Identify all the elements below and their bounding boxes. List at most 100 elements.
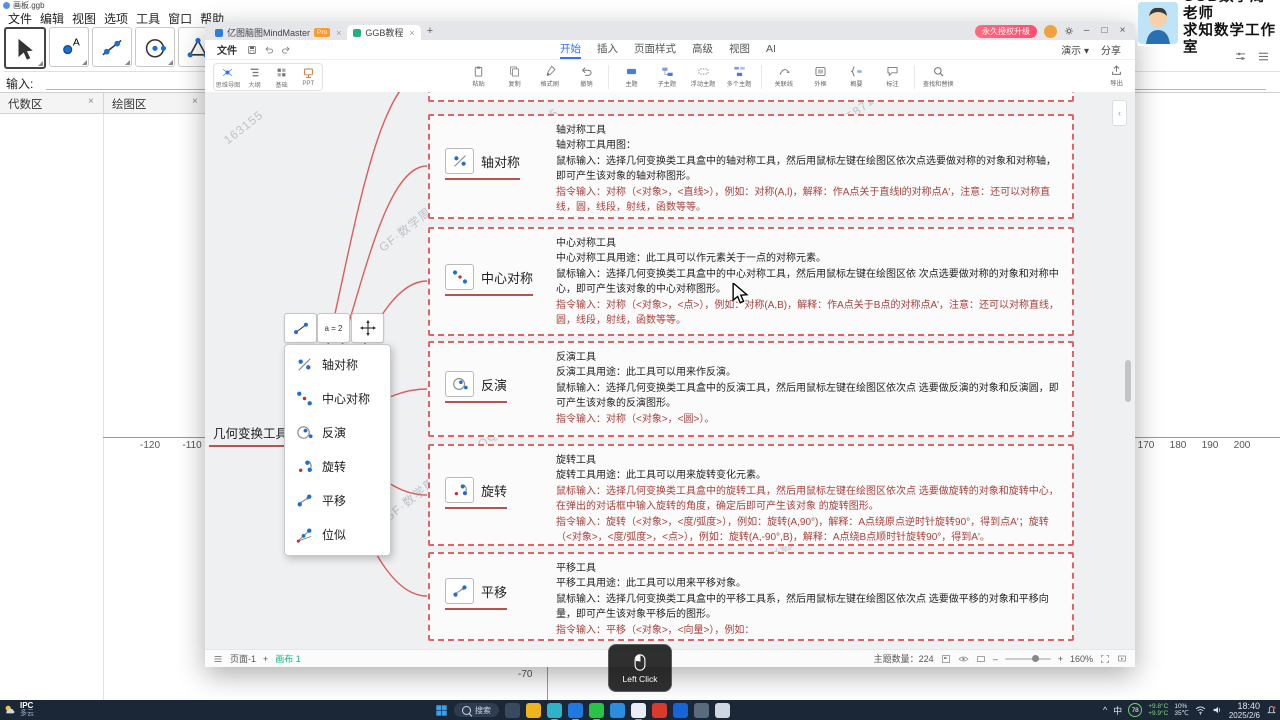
upgrade-promo-badge[interactable]: 永久授权升级 xyxy=(975,24,1037,38)
windows-start-button[interactable] xyxy=(435,704,448,717)
ggb-menu-工具[interactable]: 工具 xyxy=(134,9,162,28)
pages-menu-icon[interactable] xyxy=(213,654,223,664)
ribbon-tab-页面样式[interactable]: 页面样式 xyxy=(634,40,676,59)
root-node[interactable]: 几何变换工具 xyxy=(209,422,293,447)
toolbar-float[interactable]: 浮动主题 xyxy=(685,62,721,88)
topic-node[interactable]: 反演 xyxy=(445,371,508,403)
taskbar-app-app-blue2[interactable] xyxy=(610,702,625,718)
topic-node[interactable]: 旋转 xyxy=(445,477,508,509)
tray-expand-button[interactable]: ^ xyxy=(1103,705,1107,715)
toolbar-frame[interactable]: 外框 xyxy=(802,62,838,88)
map-overview-icon[interactable] xyxy=(941,654,951,664)
taskbar-app-app-blue3[interactable] xyxy=(673,702,688,718)
topic-box-partial[interactable] xyxy=(428,92,1074,102)
new-tab-button[interactable]: + xyxy=(427,25,433,37)
taskbar-app-file-explorer[interactable] xyxy=(526,702,541,718)
tab-close-icon[interactable]: × xyxy=(409,28,414,38)
taskbar-app-app-light[interactable] xyxy=(715,702,730,718)
ribbon-tab-开始[interactable]: 开始 xyxy=(560,40,581,59)
menu-item-translate[interactable]: 平移 xyxy=(285,483,390,517)
toolbar-callout[interactable]: 标注 xyxy=(874,62,910,88)
mm-tab-2[interactable]: GGB教程 × xyxy=(347,25,421,40)
redo-icon[interactable] xyxy=(281,45,291,55)
mindmap-canvas[interactable]: 163155 GF·数学周老师QQ©QQ15871563155 数学周老师QQ©… xyxy=(205,92,1135,649)
add-page-button[interactable]: + xyxy=(263,654,268,664)
zoom-out-button[interactable]: – xyxy=(993,654,998,664)
maximize-button[interactable]: □ xyxy=(1099,24,1110,38)
export-button[interactable]: 导出 xyxy=(1110,64,1123,87)
ggb-tool-circle[interactable] xyxy=(135,27,175,67)
ggb-menu-窗口[interactable]: 窗口 xyxy=(166,9,194,28)
tab-close-icon[interactable]: × xyxy=(336,28,341,38)
menu-item-axial[interactable]: 轴对称 xyxy=(285,347,390,381)
menu-item-rotate[interactable]: 旋转 xyxy=(285,449,390,483)
view-mode-思维导图[interactable]: 思维导图 xyxy=(214,66,241,89)
ggb-tool-line[interactable] xyxy=(92,27,132,67)
minimize-button[interactable]: – xyxy=(1081,24,1092,38)
ggb-tool-move[interactable] xyxy=(4,27,46,69)
notification-bell-icon[interactable] xyxy=(1266,705,1277,716)
topic-box-rotate[interactable]: 旋转 旋转工具 旋转工具用途：此工具可以用来旋转变化元素。 鼠标输入：选择几何变换类… xyxy=(428,444,1074,546)
taskbar-app-edge[interactable] xyxy=(547,702,562,720)
toolbar-brush[interactable]: 格式刷 xyxy=(532,62,568,88)
toolbar-relation[interactable]: 关联线 xyxy=(766,62,802,88)
volume-icon[interactable] xyxy=(1212,705,1223,715)
toolbar-find[interactable]: 查找和替换 xyxy=(919,62,958,88)
taskbar-app-qq[interactable] xyxy=(631,702,646,720)
menu-item-central[interactable]: 中心对称 xyxy=(285,381,390,415)
page-tab[interactable]: 页面-1 xyxy=(230,652,256,665)
menu-item-homothety[interactable]: 位似 xyxy=(285,517,390,551)
view-mode-大纲[interactable]: 大纲 xyxy=(241,66,268,89)
taskbar-app-app-gray[interactable] xyxy=(694,702,709,718)
toolbar-paste[interactable]: 粘贴 xyxy=(460,62,496,88)
ggb-menu-视图[interactable]: 视图 xyxy=(70,9,98,28)
toolbar-undo[interactable]: 撤销 xyxy=(568,62,604,88)
ggb-menu-选项[interactable]: 选项 xyxy=(102,9,130,28)
fit-window-icon[interactable] xyxy=(976,654,986,664)
ggb-tool-point[interactable]: A xyxy=(49,27,89,67)
undo-icon[interactable] xyxy=(264,45,274,55)
canvas-scrollbar-thumb[interactable] xyxy=(1125,360,1131,402)
topic-box-inversion[interactable]: 反演 反演工具 反演工具用途：此工具可以用来作反演。 鼠标输入：选择几何变换类工具盒… xyxy=(428,341,1074,437)
toolbar-summary[interactable]: 概要 xyxy=(838,62,874,88)
file-menu-button[interactable]: 文件 xyxy=(217,42,237,57)
fullscreen-icon[interactable] xyxy=(1100,654,1110,664)
ime-indicator[interactable]: 中 xyxy=(1113,704,1122,717)
taskbar-weather-widget[interactable]: IPC 多云 xyxy=(3,701,34,718)
toolbar-copy[interactable]: 复制 xyxy=(496,62,532,88)
zoom-level[interactable]: 160% xyxy=(1070,654,1093,664)
ribbon-tab-插入[interactable]: 插入 xyxy=(597,40,618,59)
taskbar-clock[interactable]: 18:40 2025/2/6 xyxy=(1229,701,1260,720)
ribbon-tab-高级[interactable]: 高级 xyxy=(692,40,713,59)
toolbar-subtopic[interactable]: 子主题 xyxy=(649,62,685,88)
toolbar-topic[interactable]: 主题 xyxy=(613,62,649,88)
panel-collapse-button[interactable]: ‹ xyxy=(1112,100,1127,126)
ggb-menu-文件[interactable]: 文件 xyxy=(6,9,34,28)
taskbar-app-app-red[interactable] xyxy=(652,702,667,718)
mm-tab-1[interactable]: 亿图脑图MindMaster Pro × xyxy=(209,25,347,40)
taskbar-app-app-blue[interactable] xyxy=(568,702,583,720)
topic-node[interactable]: 中心对称 xyxy=(445,264,534,296)
topic-node[interactable]: 平移 xyxy=(445,578,508,610)
battery-percent-ring[interactable]: 78 xyxy=(1128,703,1143,717)
algebra-panel-close-icon[interactable]: × xyxy=(88,96,94,107)
toolbar-multi[interactable]: 多个主题 xyxy=(721,62,757,88)
taskbar-app-task-view[interactable] xyxy=(505,702,520,718)
zoom-slider[interactable] xyxy=(1004,655,1051,662)
topic-box-central[interactable]: 中心对称 中心对称工具 中心对称工具用途：此工具可以作元素关于一点的对称元素。 鼠标… xyxy=(428,227,1074,336)
topic-box-translate[interactable]: 平移 平移工具 平移工具用途：此工具可以用来平移对象。 鼠标输入：选择几何变换类工具… xyxy=(428,552,1074,641)
account-avatar[interactable] xyxy=(1044,24,1057,38)
panel-vertical-divider[interactable] xyxy=(103,113,104,700)
action-分享[interactable]: 分享 xyxy=(1101,42,1121,57)
view-mode-基础[interactable]: 基础 xyxy=(268,66,295,89)
eye-icon[interactable] xyxy=(958,654,969,664)
ribbon-tab-视图[interactable]: 视图 xyxy=(729,40,750,59)
canvas-indicator[interactable]: 画布 1 xyxy=(275,652,301,665)
zoom-in-button[interactable]: + xyxy=(1058,654,1063,664)
ribbon-tab-AI[interactable]: AI xyxy=(766,40,776,59)
taskbar-search[interactable]: 搜索 xyxy=(454,703,499,717)
wifi-icon[interactable] xyxy=(1195,705,1206,715)
topic-box-axial[interactable]: 轴对称 轴对称工具 轴对称工具用图： 鼠标输入：选择几何变换类工具盒中的轴对称工具，… xyxy=(428,114,1074,219)
save-icon[interactable] xyxy=(247,45,257,55)
taskbar-app-wechat[interactable] xyxy=(589,702,604,720)
